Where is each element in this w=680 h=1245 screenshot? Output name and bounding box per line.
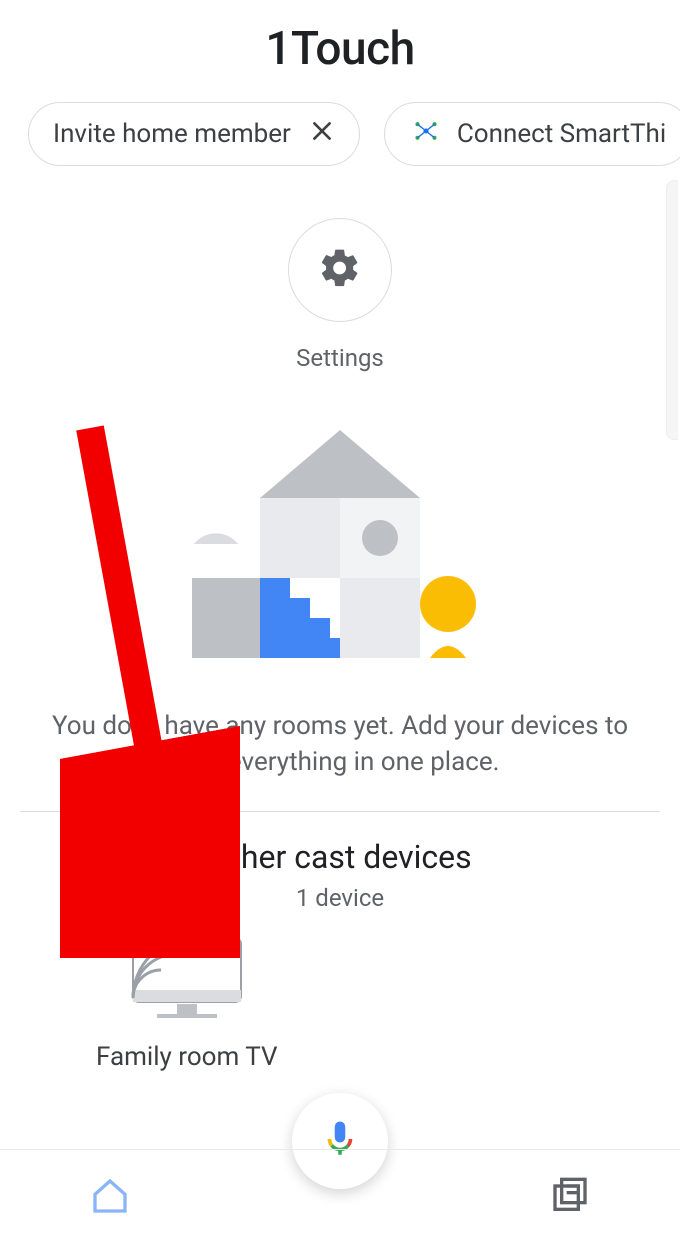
chip-label: Connect SmartThi	[457, 119, 666, 149]
nav-home-button[interactable]	[80, 1168, 140, 1228]
settings-button[interactable]	[288, 218, 392, 322]
divider	[20, 811, 660, 812]
suggestion-chip-row: Invite home member Connect SmartThi	[0, 76, 680, 166]
nav-feed-button[interactable]	[540, 1168, 600, 1228]
page-title: 1Touch	[0, 0, 680, 76]
device-label: Family room TV	[96, 1042, 278, 1072]
invite-home-member-chip[interactable]: Invite home member	[28, 102, 360, 166]
gear-icon	[318, 246, 362, 294]
bottom-navigation	[0, 1149, 680, 1245]
scrollbar[interactable]	[666, 180, 678, 440]
chip-label: Invite home member	[53, 119, 291, 149]
feed-icon	[550, 1176, 590, 1220]
close-icon[interactable]	[309, 118, 335, 150]
home-illustration	[0, 424, 680, 664]
other-cast-devices-count: 1 device	[0, 884, 680, 912]
settings-label: Settings	[296, 344, 384, 372]
connect-smartthings-chip[interactable]: Connect SmartThi	[384, 102, 680, 166]
tv-cast-icon	[127, 932, 247, 1024]
home-icon	[90, 1176, 130, 1220]
smartthings-icon	[409, 114, 443, 155]
cast-device-family-room-tv[interactable]: Family room TV	[96, 932, 278, 1072]
other-cast-devices-title: Other cast devices	[0, 838, 680, 876]
empty-state-text: You don't have any rooms yet. Add your d…	[0, 664, 680, 811]
